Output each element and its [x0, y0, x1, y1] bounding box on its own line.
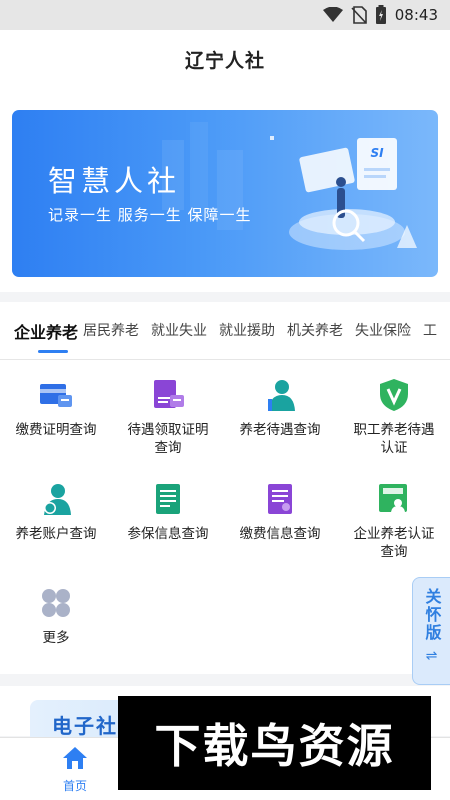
watermark-text: 下载鸟资源	[154, 719, 395, 773]
service-label: 参保信息查询	[127, 526, 209, 542]
app-header: 辽宁人社	[0, 30, 450, 88]
payment-info-icon	[268, 484, 292, 514]
active-tab-indicator	[38, 350, 68, 353]
benefit-certificate-icon	[154, 380, 184, 408]
service-item-more[interactable]: 更多	[0, 585, 112, 647]
status-time: 08:43	[394, 6, 438, 24]
battery-icon	[375, 5, 387, 25]
watermark-overlay: 下载鸟资源	[118, 696, 431, 790]
care-mode-tab[interactable]: 关怀版 ⇌	[412, 577, 450, 685]
tab-unemployment-insurance[interactable]: 失业保险	[355, 320, 411, 340]
service-label: 养老待遇查询	[239, 422, 321, 438]
no-sim-icon	[351, 6, 367, 24]
pension-benefit-icon	[268, 380, 295, 411]
service-label: 缴费信息查询	[239, 526, 321, 542]
tab-work-injury[interactable]: 工	[423, 320, 437, 340]
service-label: 更多	[42, 630, 70, 646]
service-item[interactable]: 企业养老认证查询	[338, 481, 450, 561]
service-item[interactable]: 待遇领取证明查询	[112, 377, 224, 457]
nav-home[interactable]: 首页	[40, 746, 110, 794]
nav-home-label: 首页	[62, 779, 87, 793]
service-item[interactable]: 缴费证明查询	[0, 377, 112, 439]
service-label: 养老账户查询	[15, 526, 97, 542]
more-grid-icon	[42, 589, 70, 617]
wifi-icon	[322, 7, 343, 23]
service-label: 职工养老待遇认证	[353, 422, 435, 456]
tab-employment[interactable]: 就业失业	[151, 320, 207, 340]
care-mode-label: 关怀版	[422, 588, 442, 642]
status-bar: 08:43	[0, 0, 450, 30]
banner-subtitle: 记录一生 服务一生 保障一生	[48, 206, 252, 224]
service-item[interactable]: 职工养老待遇认证	[338, 377, 450, 457]
service-label: 待遇领取证明查询	[127, 422, 209, 456]
banner-title: 智慧人社	[48, 164, 181, 198]
switch-arrows-icon: ⇌	[425, 648, 438, 664]
tab-institution-pension[interactable]: 机关养老	[287, 320, 343, 340]
insurance-info-icon	[156, 484, 180, 514]
banner-area: SI 智慧人社 记录一生 服务一生 保障一生	[0, 88, 450, 292]
service-item[interactable]: 养老待遇查询	[224, 377, 336, 439]
home-icon	[63, 747, 87, 769]
tab-employment-aid[interactable]: 就业援助	[219, 320, 275, 340]
enterprise-pension-icon	[379, 484, 407, 512]
service-item[interactable]: 养老账户查询	[0, 481, 112, 543]
tab-resident-pension[interactable]: 居民养老	[83, 320, 139, 340]
verified-shield-icon	[380, 379, 408, 411]
service-item[interactable]: 缴费信息查询	[224, 481, 336, 543]
page-title: 辽宁人社	[184, 49, 265, 72]
service-item[interactable]: 参保信息查询	[112, 481, 224, 543]
si-badge: SI	[370, 146, 384, 160]
category-tabs: 企业养老 居民养老 就业失业 就业援助 机关养老 失业保险 工	[0, 302, 450, 360]
tab-enterprise-pension[interactable]: 企业养老	[14, 319, 78, 343]
payment-certificate-icon	[40, 384, 72, 407]
services-panel: 企业养老 居民养老 就业失业 就业援助 机关养老 失业保险 工 缴费证明查询 待…	[0, 302, 450, 674]
service-label: 缴费证明查询	[15, 422, 97, 438]
service-label: 企业养老认证查询	[353, 526, 435, 560]
ecard-title: 电子社	[52, 714, 118, 738]
pension-account-icon	[44, 484, 71, 515]
promo-banner[interactable]: SI 智慧人社 记录一生 服务一生 保障一生	[12, 110, 438, 277]
